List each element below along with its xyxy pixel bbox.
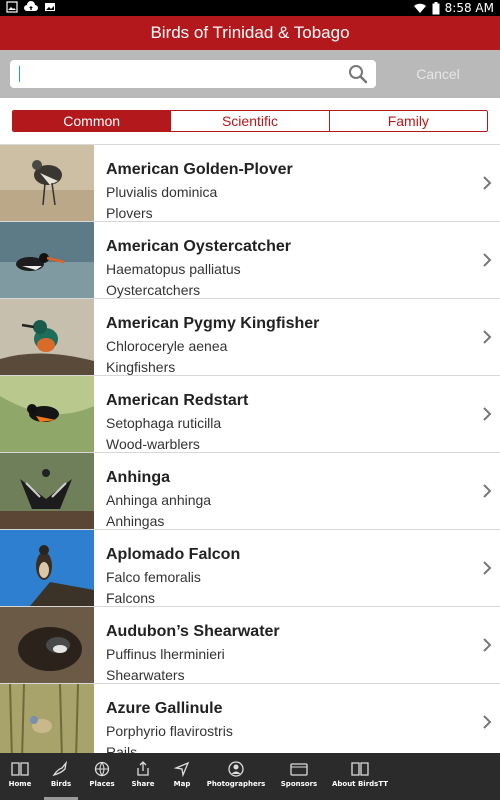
bird-photo (0, 684, 94, 753)
bird-common-name: Azure Gallinule (106, 700, 223, 717)
folder-icon (290, 763, 308, 776)
nav-label: About BirdsTT (331, 780, 389, 788)
nav-label: Share (131, 780, 155, 788)
list-item[interactable]: American Oystercatcher Haematopus pallia… (0, 222, 500, 299)
cancel-button[interactable]: Cancel (392, 62, 484, 86)
bird-photo (0, 453, 94, 529)
text-caret (19, 66, 20, 82)
bird-scientific-name: Anhinga anhinga (106, 492, 212, 508)
bird-common-name: American Golden-Plover (106, 161, 293, 178)
nav-about[interactable]: About BirdsTT (330, 753, 390, 800)
share-icon (137, 761, 149, 776)
bird-family: Falcons (106, 590, 156, 606)
bird-family: Anhingas (106, 513, 165, 529)
bird-photo (0, 222, 94, 298)
battery-icon (432, 1, 440, 14)
nav-label: Map (173, 780, 191, 788)
sort-segmented-control: Common Scientific Family (12, 110, 488, 132)
page-title: Birds of Trinidad & Tobago (150, 23, 350, 42)
list-item[interactable]: American Redstart Setophaga ruticilla Wo… (0, 376, 500, 453)
photo-icon (6, 1, 18, 13)
chevron-right-icon (483, 484, 492, 498)
nav-share[interactable]: Share (122, 753, 164, 800)
nav-birds[interactable]: Birds (40, 753, 82, 800)
list-item[interactable]: Azure Gallinule Porphyrio flavirostris R… (0, 684, 500, 753)
nav-label: Birds (50, 780, 72, 788)
bird-scientific-name: Falco femoralis (106, 569, 201, 585)
bird-common-name: American Redstart (106, 392, 249, 409)
search-icon[interactable] (348, 64, 368, 84)
nav-home[interactable]: Home (0, 753, 40, 800)
chevron-right-icon (483, 253, 492, 267)
list-item[interactable]: Anhinga Anhinga anhinga Anhingas (0, 453, 500, 530)
bird-family: Wood-warblers (106, 436, 200, 452)
bird-family: Kingfishers (106, 359, 176, 375)
clock: 8:58 AM (444, 1, 494, 15)
bird-list: American Golden-Plover Pluvialis dominic… (0, 144, 500, 753)
chevron-right-icon (483, 407, 492, 421)
nav-label: Photographers (206, 780, 266, 788)
search-box[interactable] (10, 60, 376, 88)
location-arrow-icon (174, 761, 190, 777)
chevron-right-icon (483, 330, 492, 344)
status-bar: 8:58 AM (0, 0, 500, 16)
wifi-icon (413, 3, 426, 13)
bird-family: Oystercatchers (106, 282, 201, 298)
book-icon (11, 762, 29, 776)
nav-photographers[interactable]: Photographers (204, 753, 268, 800)
bird-photo (0, 145, 94, 221)
bottom-nav: Home Birds Places Share Map Photographer… (0, 753, 500, 800)
list-item[interactable]: American Pygmy Kingfisher Chloroceryle a… (0, 299, 500, 376)
bird-photo (0, 299, 94, 375)
nav-label: Places (89, 780, 115, 788)
bird-photo (0, 530, 94, 606)
nav-label: Sponsors (280, 780, 318, 788)
bird-common-name: Aplomado Falcon (106, 546, 241, 563)
open-book-icon (351, 762, 369, 776)
nav-map[interactable]: Map (164, 753, 200, 800)
cloud-upload-icon (24, 1, 38, 11)
bird-family: Plovers (106, 205, 153, 221)
image-icon (45, 3, 55, 11)
bird-family: Shearwaters (106, 667, 185, 683)
notification-icons (6, 1, 56, 13)
bird-icon (52, 761, 67, 777)
chevron-right-icon (483, 715, 492, 729)
bird-scientific-name: Haematopus palliatus (106, 261, 241, 277)
nav-sponsors[interactable]: Sponsors (278, 753, 320, 800)
bird-scientific-name: Porphyrio flavirostris (106, 723, 233, 739)
bird-photo (0, 376, 94, 452)
chevron-right-icon (483, 176, 492, 190)
list-item[interactable]: American Golden-Plover Pluvialis dominic… (0, 145, 500, 222)
chevron-right-icon (483, 561, 492, 575)
bird-photo (0, 607, 94, 683)
app-header: Birds of Trinidad & Tobago (0, 16, 500, 50)
bird-family: Rails (106, 744, 138, 753)
segment-scientific[interactable]: Scientific (170, 111, 329, 131)
person-icon (228, 761, 244, 777)
bird-common-name: American Pygmy Kingfisher (106, 315, 320, 332)
bird-scientific-name: Pluvialis dominica (106, 184, 218, 200)
chevron-right-icon (483, 638, 492, 652)
segment-common[interactable]: Common (13, 111, 171, 131)
segment-family[interactable]: Family (328, 111, 487, 131)
bird-scientific-name: Chloroceryle aenea (106, 338, 228, 354)
nav-label: Home (8, 780, 32, 788)
bird-scientific-name: Puffinus lherminieri (106, 646, 225, 662)
bird-common-name: Anhinga (106, 469, 170, 486)
globe-icon (94, 761, 110, 777)
bird-scientific-name: Setophaga ruticilla (106, 415, 222, 431)
nav-places[interactable]: Places (82, 753, 122, 800)
list-item[interactable]: Aplomado Falcon Falco femoralis Falcons (0, 530, 500, 607)
bird-common-name: American Oystercatcher (106, 238, 291, 255)
bird-common-name: Audubon’s Shearwater (106, 623, 280, 640)
search-area: Cancel (0, 50, 500, 98)
search-input[interactable] (18, 63, 338, 85)
list-item[interactable]: Audubon’s Shearwater Puffinus lherminier… (0, 607, 500, 684)
